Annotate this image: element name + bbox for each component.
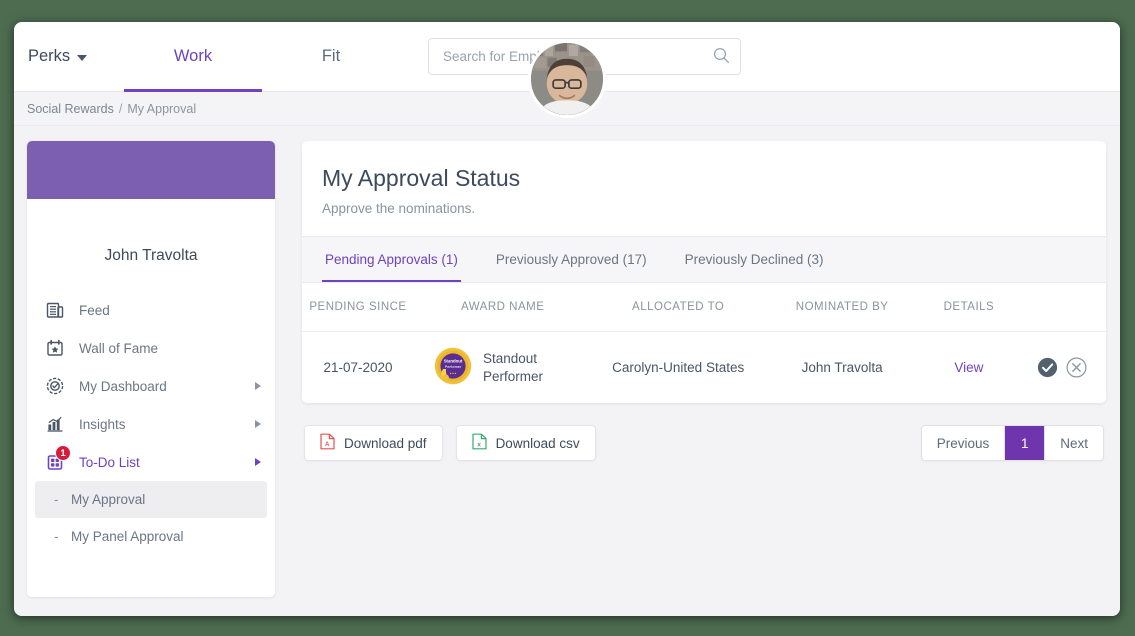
sidebar-item-feed-label: Feed (79, 302, 110, 318)
cell-nominated-by: John Travolta (801, 360, 883, 375)
award-name-label: Standout Performer (482, 350, 543, 384)
app-window: Perks Work Fit Social Rewards / My Appr (14, 22, 1120, 616)
nav-tab-fit-label: Fit (321, 47, 341, 65)
column-nominated-by: NOMINATED BY (764, 283, 920, 332)
column-allocated-to: ALLOCATED TO (591, 283, 765, 332)
nav-tab-work-label: Work (173, 47, 213, 65)
sidebar-hero-banner (27, 141, 275, 199)
sidebar-item-my-dashboard[interactable]: My Dashboard (27, 367, 275, 405)
table-footer: A Download pdf x Download csv Previous 1… (302, 425, 1106, 461)
breadcrumb-root[interactable]: Social Rewards (27, 102, 114, 116)
sidebar-item-feed[interactable]: Feed (27, 291, 275, 329)
chevron-right-icon (255, 420, 261, 428)
sidebar-menu: Feed Wall of Fame My Dashboard Insights … (27, 291, 275, 555)
page-body: John Travolta Feed Wall of Fame My Dashb… (14, 40, 1120, 616)
approve-check-icon[interactable] (1037, 357, 1058, 378)
bullet-dash-icon: - (54, 529, 59, 544)
approval-card: My Approval Status Approve the nominatio… (302, 141, 1106, 403)
pagination-previous-button[interactable]: Previous (922, 426, 1006, 460)
content-tabs: Pending Approvals (1) Previously Approve… (302, 236, 1106, 283)
column-details: DETAILS (919, 283, 1019, 332)
tab-previously-approved-label: Previously Approved (17) (495, 252, 647, 267)
pdf-file-icon: A (320, 433, 335, 453)
table-header-row: PENDING SINCE AWARD NAME ALLOCATED TO NO… (302, 283, 1106, 332)
breadcrumb-current: My Approval (127, 101, 197, 116)
table-body: 21-07-2020 Standout Performer Standout P… (302, 332, 1106, 404)
page-title: My Approval Status (322, 165, 521, 191)
pagination-page-1[interactable]: 1 (1005, 426, 1046, 460)
download-csv-label: Download csv (495, 435, 580, 451)
award-cell: Standout Performer Standout Performer (420, 347, 585, 388)
column-pending-since: PENDING SINCE (302, 283, 414, 332)
column-award-name: AWARD NAME (413, 283, 592, 332)
table-row: 21-07-2020 Standout Performer Standout P… (302, 332, 1106, 404)
pagination: Previous 1 Next (920, 425, 1104, 461)
csv-file-icon: x (471, 433, 487, 453)
svg-text:Performer: Performer (445, 365, 462, 369)
sidebar-item-my-panel-approval-label: My Panel Approval (71, 529, 184, 544)
approvals-table: PENDING SINCE AWARD NAME ALLOCATED TO NO… (302, 283, 1106, 403)
tab-previously-declined-label: Previously Declined (3) (684, 252, 824, 267)
download-pdf-label: Download pdf (344, 435, 427, 451)
svg-text:x: x (477, 441, 481, 448)
sidebar-item-insights[interactable]: Insights (27, 405, 275, 443)
view-details-link[interactable]: View (954, 360, 983, 375)
sidebar-item-wall-of-fame-label: Wall of Fame (79, 340, 159, 356)
cell-allocated-to: Carolyn-United States (612, 360, 745, 375)
chevron-right-icon (255, 458, 261, 466)
page-subtitle: Approve the nominations. (322, 201, 476, 216)
svg-text:A: A (325, 442, 330, 448)
sidebar-item-my-approval-label: My Approval (71, 492, 146, 507)
calendar-star-icon (44, 339, 66, 357)
download-buttons: A Download pdf x Download csv (304, 425, 596, 461)
sidebar-item-my-dashboard-label: My Dashboard (79, 378, 167, 394)
sidebar-item-my-approval[interactable]: - My Approval (35, 481, 267, 518)
standout-performer-medal-icon: Standout Performer (434, 347, 472, 388)
tab-pending-approvals-label: Pending Approvals (1) (325, 252, 458, 267)
row-actions (1025, 357, 1101, 378)
column-actions (1018, 283, 1106, 332)
bar-chart-icon (44, 415, 66, 433)
target-icon (44, 377, 66, 395)
cell-details: View (919, 332, 1018, 404)
tab-previously-approved[interactable]: Previously Approved (17) (493, 237, 650, 282)
tab-previously-declined[interactable]: Previously Declined (3) (682, 237, 827, 282)
todo-badge-count: 1 (55, 445, 71, 461)
table-header: PENDING SINCE AWARD NAME ALLOCATED TO NO… (302, 283, 1106, 332)
sidebar-item-wall-of-fame[interactable]: Wall of Fame (27, 329, 275, 367)
sidebar-item-insights-label: Insights (79, 416, 126, 432)
nav-tab-work[interactable]: Work (124, 22, 262, 92)
nav-tab-fit[interactable]: Fit (262, 22, 400, 92)
cell-actions (1019, 332, 1107, 404)
sidebar-profile-name: John Travolta (104, 247, 198, 264)
cell-pending-since: 21-07-2020 (323, 360, 393, 375)
download-csv-button[interactable]: x Download csv (455, 425, 596, 461)
main-column: My Approval Status Approve the nominatio… (302, 141, 1106, 616)
chevron-down-icon (77, 54, 88, 61)
download-pdf-button[interactable]: A Download pdf (304, 425, 443, 461)
decline-cross-icon[interactable] (1066, 357, 1087, 378)
sidebar: John Travolta Feed Wall of Fame My Dashb… (27, 40, 606, 597)
pagination-next-button[interactable]: Next (1045, 426, 1103, 460)
todo-grid-icon: 1 (44, 445, 71, 471)
card-header: My Approval Status Approve the nominatio… (302, 141, 1106, 236)
cell-award-name: Standout Performer Standout Performer (414, 332, 591, 404)
brand-label: Perks (28, 47, 71, 65)
primary-tabs: Work Fit (124, 22, 400, 92)
svg-text:Standout: Standout (444, 359, 463, 364)
breadcrumb-separator: / (118, 101, 123, 116)
chevron-right-icon (255, 382, 261, 390)
sidebar-item-to-do-list[interactable]: 1 To-Do List (27, 443, 275, 481)
sidebar-item-to-do-list-label: To-Do List (79, 454, 140, 470)
sidebar-item-my-panel-approval[interactable]: - My Panel Approval (35, 518, 267, 555)
feed-icon (44, 301, 66, 319)
bullet-dash-icon: - (54, 492, 59, 507)
tab-pending-approvals[interactable]: Pending Approvals (1) (322, 237, 461, 282)
brand-perks-dropdown[interactable]: Perks (28, 47, 124, 66)
